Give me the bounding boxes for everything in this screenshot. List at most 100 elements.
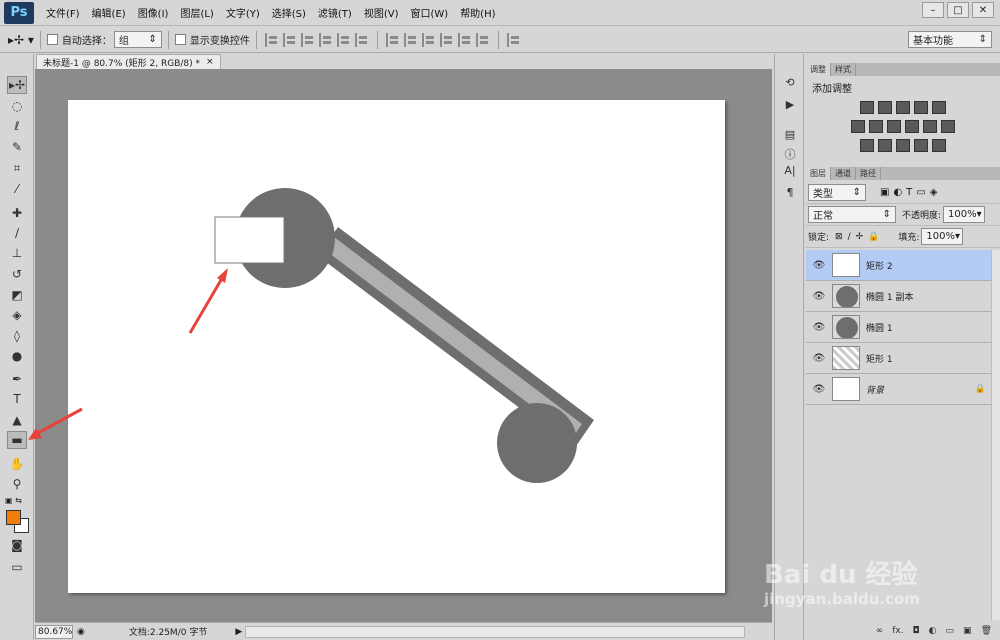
align-right-icon[interactable] bbox=[354, 32, 369, 47]
quick-mask-icon[interactable]: ◙ bbox=[7, 536, 27, 554]
distribute-hcenter-icon[interactable] bbox=[457, 32, 472, 47]
tab-styles[interactable]: 样式 bbox=[831, 63, 856, 76]
horizontal-scrollbar[interactable] bbox=[245, 626, 745, 638]
visibility-eye-icon[interactable]: 👁 bbox=[812, 353, 826, 364]
visibility-eye-icon[interactable]: 👁 bbox=[812, 260, 826, 271]
show-transform-checkbox[interactable] bbox=[174, 34, 186, 45]
properties-panel-icon[interactable]: ▤ bbox=[781, 126, 799, 142]
eraser-tool-icon[interactable]: ◩ bbox=[7, 286, 27, 304]
posterize-icon[interactable] bbox=[878, 139, 892, 152]
move-tool-preset-icon[interactable]: ▸✢ ▾ bbox=[8, 33, 34, 47]
curves-icon[interactable] bbox=[896, 101, 910, 114]
tab-channels[interactable]: 通道 bbox=[831, 167, 856, 180]
lock-options-icons[interactable]: ⊠∕✢🔒 bbox=[835, 232, 884, 242]
document-canvas[interactable] bbox=[68, 100, 725, 593]
layer-name[interactable]: 矩形 2 bbox=[866, 259, 893, 272]
crop-tool-icon[interactable]: ⌗ bbox=[7, 159, 27, 177]
align-top-icon[interactable] bbox=[264, 32, 279, 47]
actions-panel-icon[interactable]: ▶ bbox=[781, 96, 799, 112]
layer-mask-icon[interactable]: ◘ bbox=[913, 626, 920, 636]
default-colors-icon[interactable]: ▣ ⇆ bbox=[5, 496, 22, 505]
auto-select-dropdown[interactable]: 组 ⇕ bbox=[113, 31, 162, 48]
minimize-button[interactable]: – bbox=[922, 2, 944, 18]
menu-layer[interactable]: 图层(L) bbox=[180, 5, 213, 20]
close-tab-icon[interactable]: × bbox=[206, 57, 214, 67]
link-layers-icon[interactable]: ∞ bbox=[876, 626, 884, 636]
info-panel-icon[interactable]: ⓘ bbox=[781, 146, 799, 162]
layer-filter-icons[interactable]: ▣◐T▭◈ bbox=[880, 187, 941, 198]
threshold-icon[interactable] bbox=[896, 139, 910, 152]
visibility-eye-icon[interactable]: 👁 bbox=[812, 384, 826, 395]
rectangle-tool-icon[interactable]: ▬ bbox=[7, 431, 27, 449]
document-tab[interactable]: 未标题-1 @ 80.7% (矩形 2, RGB/8) * × bbox=[36, 54, 221, 69]
layer-name[interactable]: 椭圆 1 副本 bbox=[866, 290, 913, 303]
layers-scrollbar[interactable] bbox=[991, 250, 1000, 620]
status-info-icon[interactable]: ◉ bbox=[77, 627, 85, 637]
distribute-bottom-icon[interactable] bbox=[421, 32, 436, 47]
color-lookup-icon[interactable] bbox=[941, 120, 955, 133]
zoom-field[interactable]: 80.67% bbox=[35, 624, 73, 639]
distribute-right-icon[interactable] bbox=[475, 32, 490, 47]
hue-saturation-icon[interactable] bbox=[851, 120, 865, 133]
align-hcenter-icon[interactable] bbox=[336, 32, 351, 47]
auto-select-checkbox[interactable] bbox=[46, 34, 58, 45]
gradient-map-icon[interactable] bbox=[932, 139, 946, 152]
status-menu-arrow-icon[interactable]: ▶ bbox=[235, 627, 242, 637]
brush-tool-icon[interactable]: ∕ bbox=[7, 224, 27, 242]
dodge-tool-icon[interactable]: ● bbox=[7, 347, 27, 365]
distribute-left-icon[interactable] bbox=[439, 32, 454, 47]
menu-image[interactable]: 图像(I) bbox=[138, 5, 169, 20]
fill-field[interactable]: 100% ▾ bbox=[921, 228, 964, 245]
menu-help[interactable]: 帮助(H) bbox=[460, 5, 495, 20]
healing-brush-tool-icon[interactable]: ✚ bbox=[7, 204, 27, 222]
layer-row[interactable]: 👁 背景 🔒 bbox=[806, 374, 1000, 405]
align-left-icon[interactable] bbox=[318, 32, 333, 47]
history-panel-icon[interactable]: ⟲ bbox=[781, 74, 799, 90]
character-panel-icon[interactable]: A| bbox=[781, 162, 799, 178]
layer-filter-dropdown[interactable]: 类型 ⇕ bbox=[808, 184, 866, 201]
layer-row[interactable]: 👁 椭圆 1 副本 bbox=[806, 281, 1000, 312]
menu-edit[interactable]: 编辑(E) bbox=[92, 5, 126, 20]
close-button[interactable]: ✕ bbox=[972, 2, 994, 18]
type-tool-icon[interactable]: T bbox=[7, 390, 27, 408]
blend-mode-dropdown[interactable]: 正常 ⇕ bbox=[808, 206, 896, 223]
layer-row[interactable]: 👁 矩形 1 bbox=[806, 343, 1000, 374]
menu-view[interactable]: 视图(V) bbox=[364, 5, 399, 20]
adjustment-layer-icon[interactable]: ◐ bbox=[929, 626, 937, 636]
new-layer-icon[interactable]: ▣ bbox=[963, 626, 972, 636]
menu-window[interactable]: 窗口(W) bbox=[410, 5, 448, 20]
blur-tool-icon[interactable]: ◊ bbox=[7, 327, 27, 345]
color-balance-icon[interactable] bbox=[869, 120, 883, 133]
opacity-field[interactable]: 100% ▾ bbox=[943, 206, 986, 223]
path-selection-tool-icon[interactable]: ▲ bbox=[7, 411, 27, 429]
quick-select-tool-icon[interactable]: ✎ bbox=[7, 138, 27, 156]
visibility-eye-icon[interactable]: 👁 bbox=[812, 291, 826, 302]
tab-paths[interactable]: 路径 bbox=[856, 167, 881, 180]
invert-icon[interactable] bbox=[860, 139, 874, 152]
paragraph-panel-icon[interactable]: ¶ bbox=[781, 184, 799, 200]
menu-file[interactable]: 文件(F) bbox=[46, 5, 80, 20]
black-white-icon[interactable] bbox=[887, 120, 901, 133]
hand-tool-icon[interactable]: ✋ bbox=[7, 455, 27, 473]
selective-color-icon[interactable] bbox=[914, 139, 928, 152]
maximize-button[interactable]: □ bbox=[947, 2, 969, 18]
align-bottom-icon[interactable] bbox=[300, 32, 315, 47]
new-group-icon[interactable]: ▭ bbox=[946, 626, 955, 636]
paint-bucket-tool-icon[interactable]: ◈ bbox=[7, 306, 27, 324]
align-vcenter-icon[interactable] bbox=[282, 32, 297, 47]
tab-layers[interactable]: 图层 bbox=[806, 167, 831, 180]
history-brush-tool-icon[interactable]: ↺ bbox=[7, 265, 27, 283]
layer-name[interactable]: 矩形 1 bbox=[866, 352, 893, 365]
lasso-tool-icon[interactable]: ℓ bbox=[7, 117, 27, 135]
pen-tool-icon[interactable]: ✒ bbox=[7, 370, 27, 388]
levels-icon[interactable] bbox=[878, 101, 892, 114]
photo-filter-icon[interactable] bbox=[905, 120, 919, 133]
clone-stamp-tool-icon[interactable]: ⊥ bbox=[7, 244, 27, 262]
tab-adjustments[interactable]: 调整 bbox=[806, 63, 831, 76]
zoom-tool-icon[interactable]: ⚲ bbox=[7, 475, 27, 493]
layer-style-icon[interactable]: fx. bbox=[892, 626, 903, 636]
layer-row[interactable]: 👁 矩形 2 bbox=[806, 250, 1000, 281]
eyedropper-tool-icon[interactable]: ⁄ bbox=[7, 180, 27, 198]
distribute-top-icon[interactable] bbox=[385, 32, 400, 47]
brightness-icon[interactable] bbox=[860, 101, 874, 114]
